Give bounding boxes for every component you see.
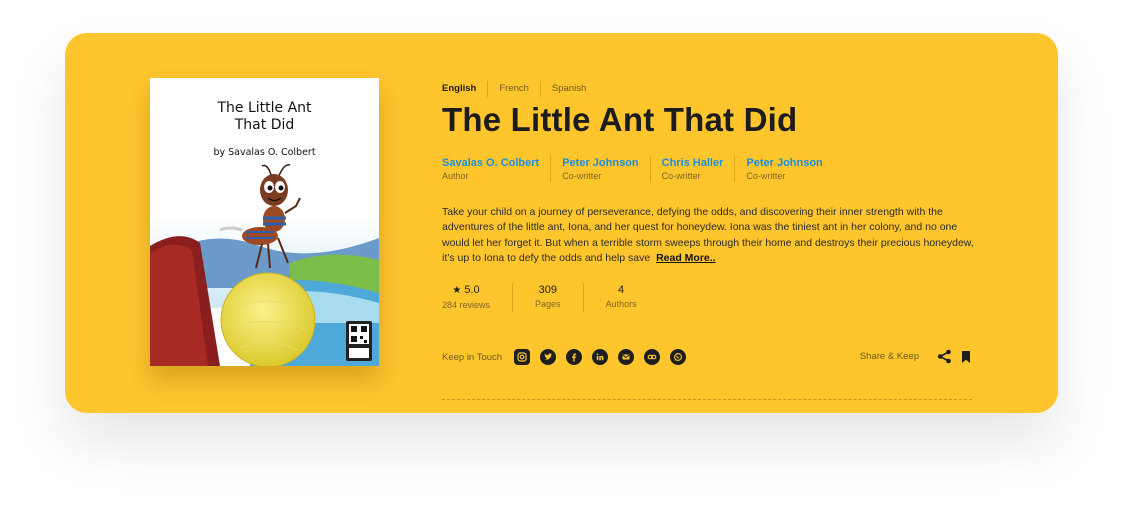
read-more-link[interactable]: Read More.. [656,252,716,264]
keep-in-touch-label: Keep in Touch [442,351,503,363]
cover-title: The Little Ant That Did [217,100,312,133]
twitter-icon[interactable] [540,349,557,365]
star-icon: ★ [452,285,462,296]
book-cover[interactable]: The Little Ant That Did by Savalas O. Co… [150,78,379,366]
book-description: Take your child on a journey of persever… [442,205,978,266]
linkedin-icon[interactable] [592,349,609,365]
share-keep-label: Share & Keep [859,351,919,362]
social-links: Keep in Touch [442,349,696,365]
stat-authors: 4 Authors [582,283,659,312]
instagram-icon[interactable] [514,349,531,365]
contributor-role: Co-writter [746,171,786,181]
contributor-author: Savalas O. Colbert Author [442,156,550,182]
facebook-icon[interactable] [566,349,583,365]
tab-spanish[interactable]: Spanish [539,81,597,97]
contributors-list: Savalas O. Colbert Author Peter Johnson … [442,156,834,182]
book-stats: ★ 5.0 284 reviews 309 Pages 4 Authors [442,283,659,312]
authors-label: Authors [605,299,637,309]
contributor-role: Co-writter [562,171,602,181]
divider [442,399,972,400]
contributor-cowriter: Chris Haller Co-writter [649,156,735,182]
pages-value: 309 [538,284,557,296]
stat-pages: 309 Pages [512,283,583,312]
contributor-cowriter: Peter Johnson Co-writter [734,156,833,182]
contributor-name[interactable]: Chris Haller [662,156,724,170]
share-keep: Share & Keep [860,349,972,364]
book-title: The Little Ant That Did [442,101,798,138]
language-tabs: English French Spanish [442,81,597,97]
pages-label: Pages [535,299,561,309]
contributor-name[interactable]: Peter Johnson [562,156,638,170]
contributor-role: Author [442,171,469,181]
bookmark-icon[interactable] [960,350,972,364]
stat-rating: ★ 5.0 284 reviews [442,283,512,312]
share-icon[interactable] [937,349,952,364]
rating-value: 5.0 [464,284,480,296]
whatsapp-icon[interactable] [670,349,687,365]
email-icon[interactable] [618,349,635,365]
cover-author: by Savalas O. Colbert [213,147,316,158]
link-icon[interactable] [644,349,661,365]
contributor-name[interactable]: Savalas O. Colbert [442,156,539,170]
reviews-count[interactable]: 284 reviews [442,299,490,312]
contributor-cowriter: Peter Johnson Co-writter [550,156,649,182]
contributor-role: Co-writter [661,171,701,181]
authors-value: 4 [618,284,625,296]
tab-french[interactable]: French [487,81,540,97]
tab-english[interactable]: English [442,81,487,97]
book-card: The Little Ant That Did by Savalas O. Co… [65,33,1058,413]
contributor-name[interactable]: Peter Johnson [746,156,822,170]
